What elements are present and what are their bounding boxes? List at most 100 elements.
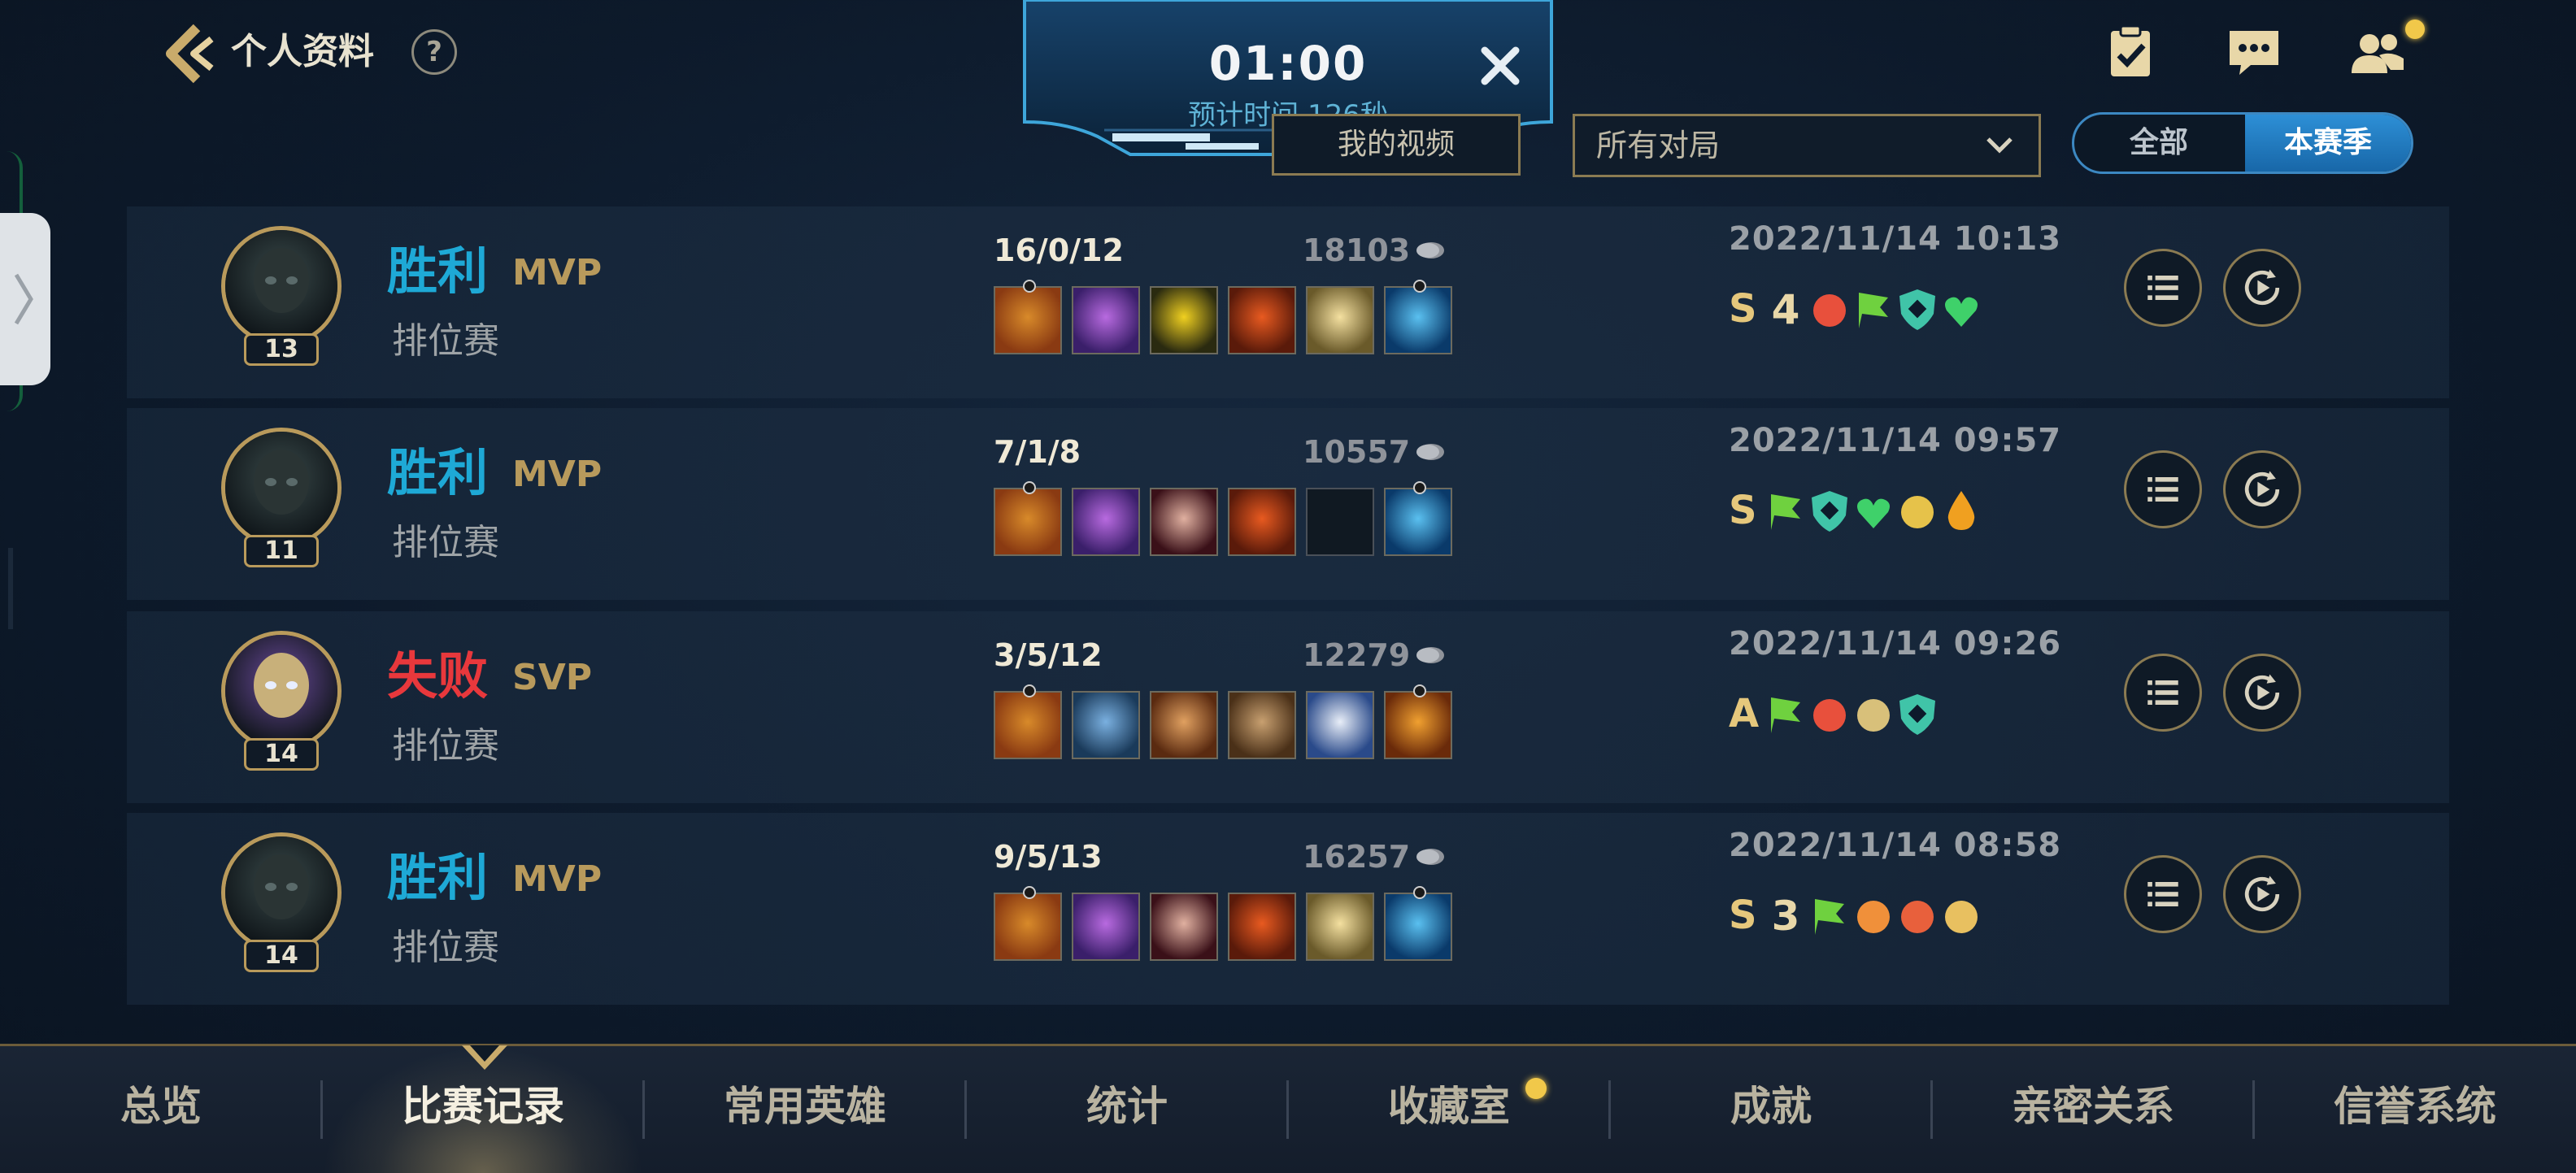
nav-tab[interactable]: 收藏室 [1288, 1046, 1610, 1173]
gold-coin-icon [1416, 647, 1444, 663]
close-icon[interactable] [1473, 39, 1527, 93]
item-icon[interactable] [1384, 886, 1452, 961]
drop-icon [1947, 491, 1975, 530]
item-icon[interactable] [1150, 691, 1218, 759]
nav-tab[interactable]: 总览 [0, 1046, 322, 1173]
item-icon[interactable] [1228, 286, 1296, 354]
item-marker-icon [1413, 684, 1426, 697]
flag-icon [1815, 899, 1844, 935]
replay-icon[interactable] [2223, 855, 2301, 933]
gold-coin-icon [1416, 849, 1444, 865]
list-icon[interactable] [2124, 450, 2202, 528]
flag-icon [1771, 697, 1800, 733]
performance-title: SVP [512, 657, 592, 698]
nav-tab[interactable]: 常用英雄 [644, 1046, 966, 1173]
item-icon[interactable] [1306, 286, 1374, 354]
match-row[interactable]: 14 失败 SVP 排位赛 3/5/12 12279 2022/11/14 09:26 A [127, 611, 2449, 803]
nav-active-pointer [462, 1045, 507, 1070]
match-type-dropdown[interactable]: 所有对局 [1573, 114, 2041, 177]
item-icon[interactable] [1384, 280, 1452, 354]
match-row[interactable]: 13 胜利 MVP 排位赛 16/0/12 18103 2022/11/14 10:13 S 4 [127, 206, 2449, 398]
item-icon[interactable] [1150, 488, 1218, 556]
collection-notification-dot [1525, 1078, 1547, 1099]
game-mode: 排位赛 [392, 725, 499, 767]
item-icon[interactable] [994, 280, 1062, 354]
kda: 7/1/8 [994, 434, 1081, 470]
item-icon[interactable] [1150, 286, 1218, 354]
empty-item-slot[interactable] [1306, 488, 1374, 556]
match-result: 胜利 [387, 848, 489, 907]
item-icon[interactable] [1072, 488, 1140, 556]
gold-coin-icon [1416, 444, 1444, 460]
item-icon[interactable] [1228, 893, 1296, 961]
match-date: 2022/11/14 10:13 [1729, 220, 2062, 258]
match-row[interactable]: 11 胜利 MVP 排位赛 7/1/8 10557 2022/11/14 09:57 S [127, 408, 2449, 600]
hero-avatar[interactable] [221, 631, 342, 751]
item-icon[interactable] [1150, 893, 1218, 961]
fist-icon [1857, 901, 1890, 933]
item-icon[interactable] [1228, 488, 1296, 556]
chat-icon[interactable] [2223, 21, 2285, 83]
performance-title: MVP [512, 252, 603, 293]
nav-divider [1608, 1080, 1611, 1139]
nav-tab[interactable]: 信誉系统 [2254, 1046, 2576, 1173]
shield-icon [1899, 289, 1935, 330]
side-expand-tab[interactable] [0, 213, 50, 385]
item-icon[interactable] [1072, 893, 1140, 961]
item-icon[interactable] [1306, 691, 1374, 759]
task-checklist-icon[interactable] [2100, 21, 2161, 83]
match-type-value: 所有对局 [1596, 128, 1721, 163]
replay-icon[interactable] [2223, 249, 2301, 327]
svg-text:4: 4 [1772, 286, 1800, 332]
friends-icon[interactable] [2347, 21, 2408, 83]
kda: 3/5/12 [994, 637, 1103, 673]
match-grade: S [1729, 488, 1757, 533]
kda: 16/0/12 [994, 232, 1124, 268]
hero-level: 14 [244, 738, 319, 771]
item-marker-icon [1413, 886, 1426, 899]
notification-dot [2405, 20, 2425, 39]
list-icon[interactable] [2124, 249, 2202, 327]
performance-title: MVP [512, 858, 603, 900]
gold-coin-icon [1416, 242, 1444, 258]
my-video-button[interactable]: 我的视频 [1272, 114, 1521, 176]
hero-avatar[interactable] [221, 832, 342, 953]
match-result: 失败 [387, 646, 489, 706]
nav-divider [642, 1080, 645, 1139]
replay-icon[interactable] [2223, 450, 2301, 528]
queue-timer: 01:00 [1208, 36, 1368, 91]
flag-icon [1771, 494, 1800, 530]
back-arrow-icon[interactable] [154, 23, 220, 85]
item-icon[interactable] [1384, 684, 1452, 759]
item-marker-icon [1413, 280, 1426, 293]
replay-icon[interactable] [2223, 654, 2301, 732]
item-icon[interactable] [1072, 286, 1140, 354]
hero-avatar[interactable] [221, 428, 342, 548]
toggle-current-season[interactable]: 本赛季 [2245, 115, 2411, 172]
match-grade: S [1729, 893, 1757, 938]
list-icon[interactable] [2124, 654, 2202, 732]
item-icon[interactable] [1306, 893, 1374, 961]
item-icon[interactable] [1072, 691, 1140, 759]
item-icon[interactable] [1384, 481, 1452, 556]
item-icon[interactable] [994, 684, 1062, 759]
match-date: 2022/11/14 09:26 [1729, 625, 2062, 663]
list-icon[interactable] [2124, 855, 2202, 933]
kda: 9/5/13 [994, 839, 1103, 875]
tower-icon [1901, 496, 1934, 528]
hero-avatar[interactable] [221, 226, 342, 346]
toggle-all[interactable]: 全部 [2074, 115, 2243, 172]
season-toggle[interactable]: 全部 本赛季 [2072, 112, 2413, 174]
match-row[interactable]: 14 胜利 MVP 排位赛 9/5/13 16257 2022/11/14 08:58 S 3 [127, 813, 2449, 1005]
nav-divider [1286, 1080, 1289, 1139]
item-icon[interactable] [1228, 691, 1296, 759]
chevron-right-icon [14, 273, 33, 325]
item-icon[interactable] [994, 481, 1062, 556]
nav-tab[interactable]: 成就 [1610, 1046, 1932, 1173]
item-marker-icon [1023, 684, 1036, 697]
help-icon[interactable]: ? [411, 29, 457, 75]
item-icon[interactable] [994, 886, 1062, 961]
nav-tab[interactable]: 统计 [966, 1046, 1288, 1173]
match-grade: S [1729, 286, 1757, 332]
nav-tab[interactable]: 亲密关系 [1932, 1046, 2254, 1173]
